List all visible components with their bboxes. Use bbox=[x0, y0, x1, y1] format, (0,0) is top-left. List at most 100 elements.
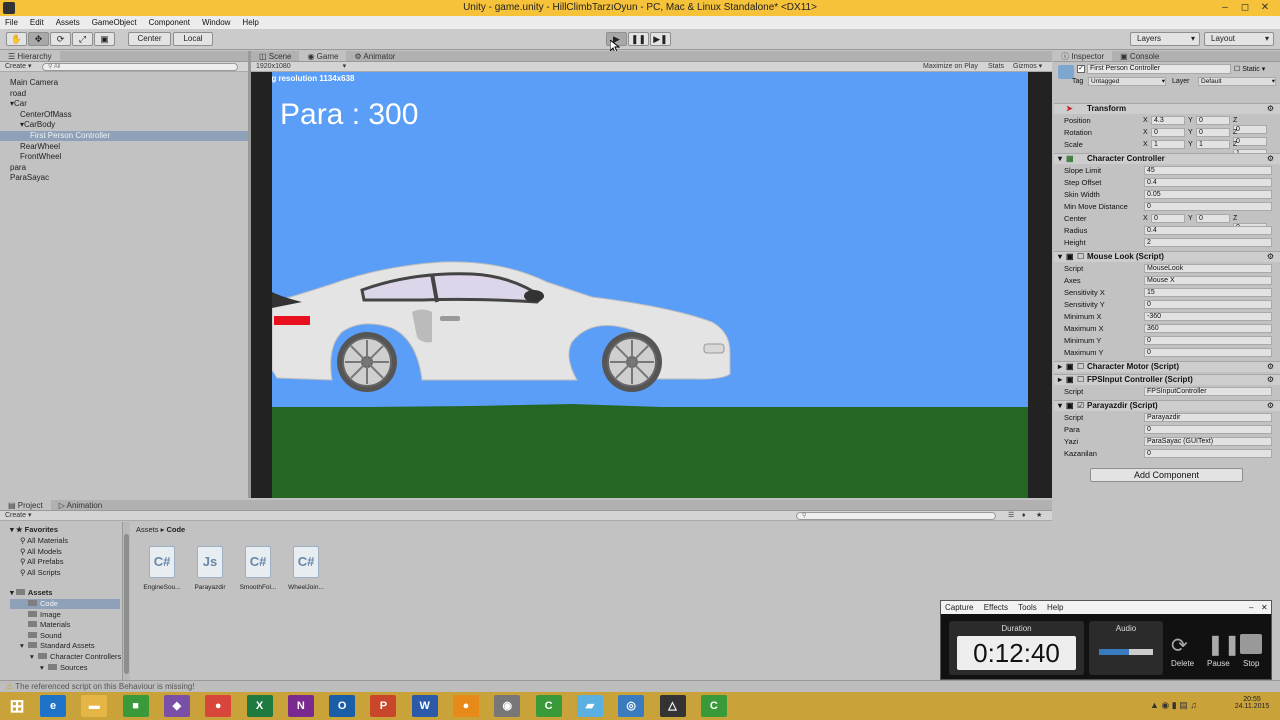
audio-slider-track[interactable] bbox=[1099, 649, 1153, 655]
taskbar-word-icon[interactable]: W bbox=[411, 695, 438, 717]
tab-game[interactable]: ◉ Game bbox=[299, 51, 347, 61]
menu-file[interactable]: File bbox=[5, 16, 18, 29]
mouse-look-field[interactable]: 0 bbox=[1144, 348, 1272, 357]
asset-item[interactable]: C# EngineSou... bbox=[143, 546, 181, 591]
scale-tool-button[interactable]: ⤢ bbox=[72, 32, 93, 46]
project-folder[interactable]: Sound bbox=[10, 631, 62, 641]
menu-assets[interactable]: Assets bbox=[56, 16, 80, 29]
tab-hierarchy[interactable]: ☰ Hierarchy bbox=[0, 51, 60, 61]
settings-icon[interactable]: ⚙ bbox=[1267, 104, 1274, 114]
close-button[interactable]: ✕ bbox=[1256, 0, 1274, 16]
transform-y-field[interactable]: 0 bbox=[1196, 128, 1230, 137]
taskbar-visual-studio-icon[interactable]: ◆ bbox=[163, 695, 190, 717]
hierarchy-item[interactable]: ParaSayac bbox=[0, 173, 248, 183]
settings-icon[interactable]: ⚙ bbox=[1267, 154, 1274, 164]
hierarchy-item[interactable]: ▾Car bbox=[0, 99, 248, 109]
mouse-look-field[interactable]: 0 bbox=[1144, 300, 1272, 309]
pause-button[interactable]: ❚❚ bbox=[628, 32, 649, 46]
pause-label[interactable]: Pause bbox=[1207, 659, 1230, 668]
enabled-checkbox[interactable]: ☐ bbox=[1077, 375, 1084, 385]
project-folder[interactable]: Image bbox=[10, 610, 61, 620]
menu-help[interactable]: Help bbox=[242, 16, 258, 29]
mouse-look-field[interactable]: -360 bbox=[1144, 312, 1272, 321]
tray-icons[interactable]: ▲ ◉ ▮ ▤ ♫ bbox=[1150, 700, 1197, 711]
transform-header[interactable]: ➤ Transform ⚙ bbox=[1054, 103, 1280, 114]
hierarchy-item[interactable]: para bbox=[0, 163, 248, 173]
tab-project[interactable]: ▤ Project bbox=[0, 500, 51, 510]
taskbar-unity-icon[interactable]: △ bbox=[659, 695, 686, 717]
fps-script-field[interactable]: FPSInputController bbox=[1144, 387, 1272, 396]
transform-y-field[interactable]: 1 bbox=[1196, 140, 1230, 149]
maximize-on-play-toggle[interactable]: Maximize on Play bbox=[923, 62, 978, 72]
layer-dropdown[interactable]: Default ▾ bbox=[1198, 77, 1276, 86]
recorder-menu-help[interactable]: Help bbox=[1047, 603, 1063, 612]
settings-icon[interactable]: ⚙ bbox=[1267, 401, 1274, 411]
parayazdir-field[interactable]: Parayazdir bbox=[1144, 413, 1272, 422]
transform-x-field[interactable]: 1 bbox=[1151, 140, 1185, 149]
assets-header[interactable]: ▾ Assets bbox=[10, 588, 52, 598]
taskbar-excel-icon[interactable]: X bbox=[246, 695, 273, 717]
project-folder[interactable]: ▾ Character Controllers bbox=[20, 652, 121, 662]
delete-label[interactable]: Delete bbox=[1171, 659, 1194, 668]
clock[interactable]: 20:55 24.11.2015 bbox=[1232, 696, 1272, 710]
settings-icon[interactable]: ⚙ bbox=[1267, 362, 1274, 372]
game-viewport[interactable]: Using resolution 1134x638 Para : 300 bbox=[272, 72, 1028, 498]
mouse-look-field[interactable]: 0 bbox=[1144, 336, 1272, 345]
favorite-item[interactable]: ⚲ All Scripts bbox=[20, 568, 61, 578]
taskbar-firefox-icon[interactable]: ● bbox=[453, 695, 479, 717]
menu-edit[interactable]: Edit bbox=[30, 16, 44, 29]
filter-label-icon[interactable]: ♦ bbox=[1022, 511, 1026, 521]
parayazdir-field[interactable]: 0 bbox=[1144, 425, 1272, 434]
rect-tool-button[interactable]: ▣ bbox=[94, 32, 115, 46]
favorites-header[interactable]: ▾ ★ Favorites bbox=[10, 525, 58, 535]
taskbar-tool-icon[interactable]: ◉ bbox=[494, 695, 521, 717]
stop-label[interactable]: Stop bbox=[1243, 659, 1259, 668]
tab-console[interactable]: ▣ Console bbox=[1112, 51, 1167, 61]
taskbar-ie-icon[interactable]: e bbox=[40, 695, 66, 717]
layers-dropdown[interactable]: Layers ▾ bbox=[1130, 32, 1200, 46]
transform-x-field[interactable]: 0 bbox=[1151, 128, 1185, 137]
skin-width-field[interactable]: 0.05 bbox=[1144, 190, 1272, 199]
status-bar[interactable]: ⚠ The referenced script on this Behaviou… bbox=[0, 680, 1280, 692]
radius-field[interactable]: 0.4 bbox=[1144, 226, 1272, 235]
filter-type-icon[interactable]: ☰ bbox=[1008, 511, 1014, 521]
asset-item[interactable]: C# WheelJoin... bbox=[287, 546, 325, 591]
settings-icon[interactable]: ⚙ bbox=[1267, 375, 1274, 385]
recorder-menu-capture[interactable]: Capture bbox=[945, 603, 973, 612]
rotate-tool-button[interactable]: ⟳ bbox=[50, 32, 71, 46]
layout-dropdown[interactable]: Layout ▾ bbox=[1204, 32, 1274, 46]
hierarchy-item[interactable]: FrontWheel bbox=[0, 152, 248, 162]
step-button[interactable]: ▶❚ bbox=[650, 32, 671, 46]
tab-animation[interactable]: ▷ Animation bbox=[51, 500, 111, 510]
project-tree-scrollbar[interactable] bbox=[122, 522, 130, 680]
menu-gameobject[interactable]: GameObject bbox=[92, 16, 137, 29]
menu-window[interactable]: Window bbox=[202, 16, 230, 29]
hierarchy-search-input[interactable]: ⚲ All bbox=[42, 63, 238, 71]
project-folder[interactable]: ▾ Sources bbox=[30, 663, 88, 673]
center-y-field[interactable]: 0 bbox=[1196, 214, 1230, 223]
project-folder[interactable]: Code bbox=[10, 599, 120, 609]
taskbar-chrome-icon[interactable]: ● bbox=[205, 695, 232, 717]
taskbar-onenote-icon[interactable]: N bbox=[287, 695, 314, 717]
pivot-center-button[interactable]: Center bbox=[128, 32, 171, 46]
character-controller-header[interactable]: ▾ ▦ Character Controller ⚙ bbox=[1054, 153, 1280, 164]
windows-start-icon[interactable]: ⊞ bbox=[4, 695, 30, 717]
resolution-dropdown[interactable]: 1920x1080 ▾ bbox=[256, 63, 346, 70]
hierarchy-item[interactable]: First Person Controller bbox=[0, 131, 248, 141]
mouse-look-field[interactable]: MouseLook bbox=[1144, 264, 1272, 273]
asset-item[interactable]: C# SmoothFol... bbox=[239, 546, 277, 591]
taskbar-powerpoint-icon[interactable]: P bbox=[370, 695, 397, 717]
stats-toggle[interactable]: Stats bbox=[988, 62, 1004, 72]
static-toggle[interactable]: ☐ Static ▾ bbox=[1234, 65, 1265, 73]
parayazdir-header[interactable]: ▾ ▣ ☑ Parayazdir (Script) ⚙ bbox=[1054, 400, 1280, 411]
hierarchy-item[interactable]: Main Camera bbox=[0, 78, 248, 88]
stop-icon[interactable] bbox=[1240, 634, 1262, 654]
hierarchy-item[interactable]: ▾CarBody bbox=[0, 120, 248, 130]
transform-y-field[interactable]: 0 bbox=[1196, 116, 1230, 125]
object-name-field[interactable]: First Person Controller bbox=[1087, 64, 1231, 74]
project-search-input[interactable]: ⚲ bbox=[796, 512, 996, 520]
scrollbar-thumb[interactable] bbox=[124, 534, 129, 674]
menu-component[interactable]: Component bbox=[149, 16, 190, 29]
pause-icon[interactable]: ❚❚ bbox=[1207, 632, 1241, 657]
project-create-button[interactable]: Create ▾ bbox=[5, 512, 31, 519]
